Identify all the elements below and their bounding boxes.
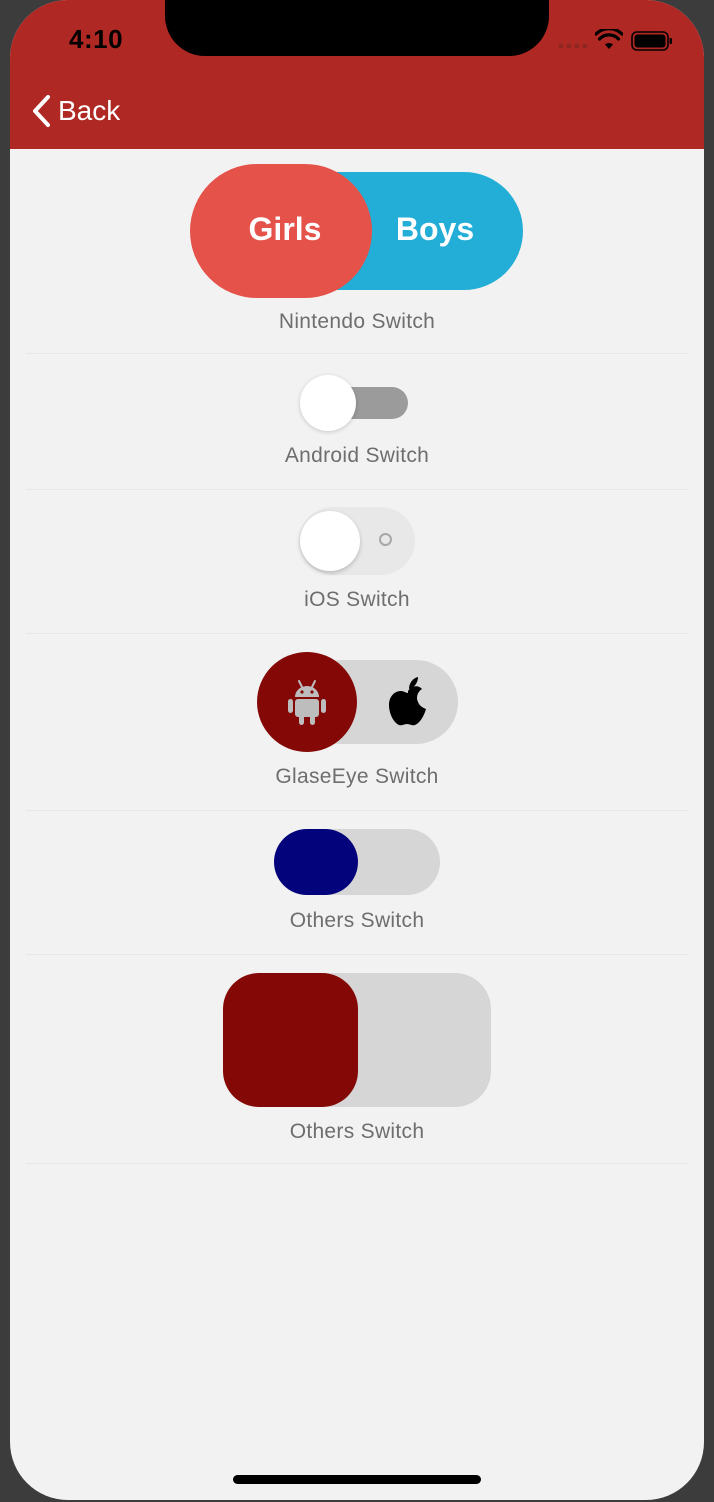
android-switch-label: Android Switch — [284, 444, 430, 467]
off-indicator-icon — [379, 533, 392, 546]
row-divider — [26, 489, 688, 490]
chevron-left-icon — [33, 95, 50, 127]
android-switch-knob[interactable] — [300, 375, 356, 431]
glaseeye-switch-label: GlaseEye Switch — [275, 765, 439, 788]
wifi-icon — [595, 29, 623, 49]
row-divider — [26, 954, 688, 955]
phone-screen: 4:10 Back Boys Girls Nintendo Switch And… — [10, 0, 704, 1500]
row-divider — [26, 353, 688, 354]
battery-icon — [631, 31, 672, 51]
others-switch-label: Others Switch — [289, 909, 425, 932]
signal-icon — [558, 43, 588, 49]
nintendo-switch-label: Nintendo Switch — [278, 310, 436, 333]
ios-switch-label: iOS Switch — [304, 588, 410, 611]
ios-switch-knob[interactable] — [300, 511, 360, 571]
row-divider — [26, 633, 688, 634]
home-indicator[interactable] — [233, 1475, 481, 1484]
nintendo-option-girls[interactable]: Girls — [190, 211, 380, 248]
others-switch-label: Others Switch — [289, 1120, 425, 1143]
row-divider — [26, 1163, 688, 1164]
back-label: Back — [58, 95, 121, 126]
others-switch-knob[interactable] — [274, 829, 358, 895]
back-button[interactable]: Back — [30, 90, 120, 132]
status-time: 4:10 — [69, 24, 124, 54]
others-switch-knob[interactable] — [223, 973, 358, 1107]
row-divider — [26, 810, 688, 811]
apple-icon — [389, 677, 426, 726]
glaseeye-switch-knob[interactable] — [257, 652, 357, 752]
device-notch — [165, 0, 549, 56]
nintendo-option-boys[interactable]: Boys — [375, 211, 495, 248]
android-icon — [288, 680, 326, 725]
